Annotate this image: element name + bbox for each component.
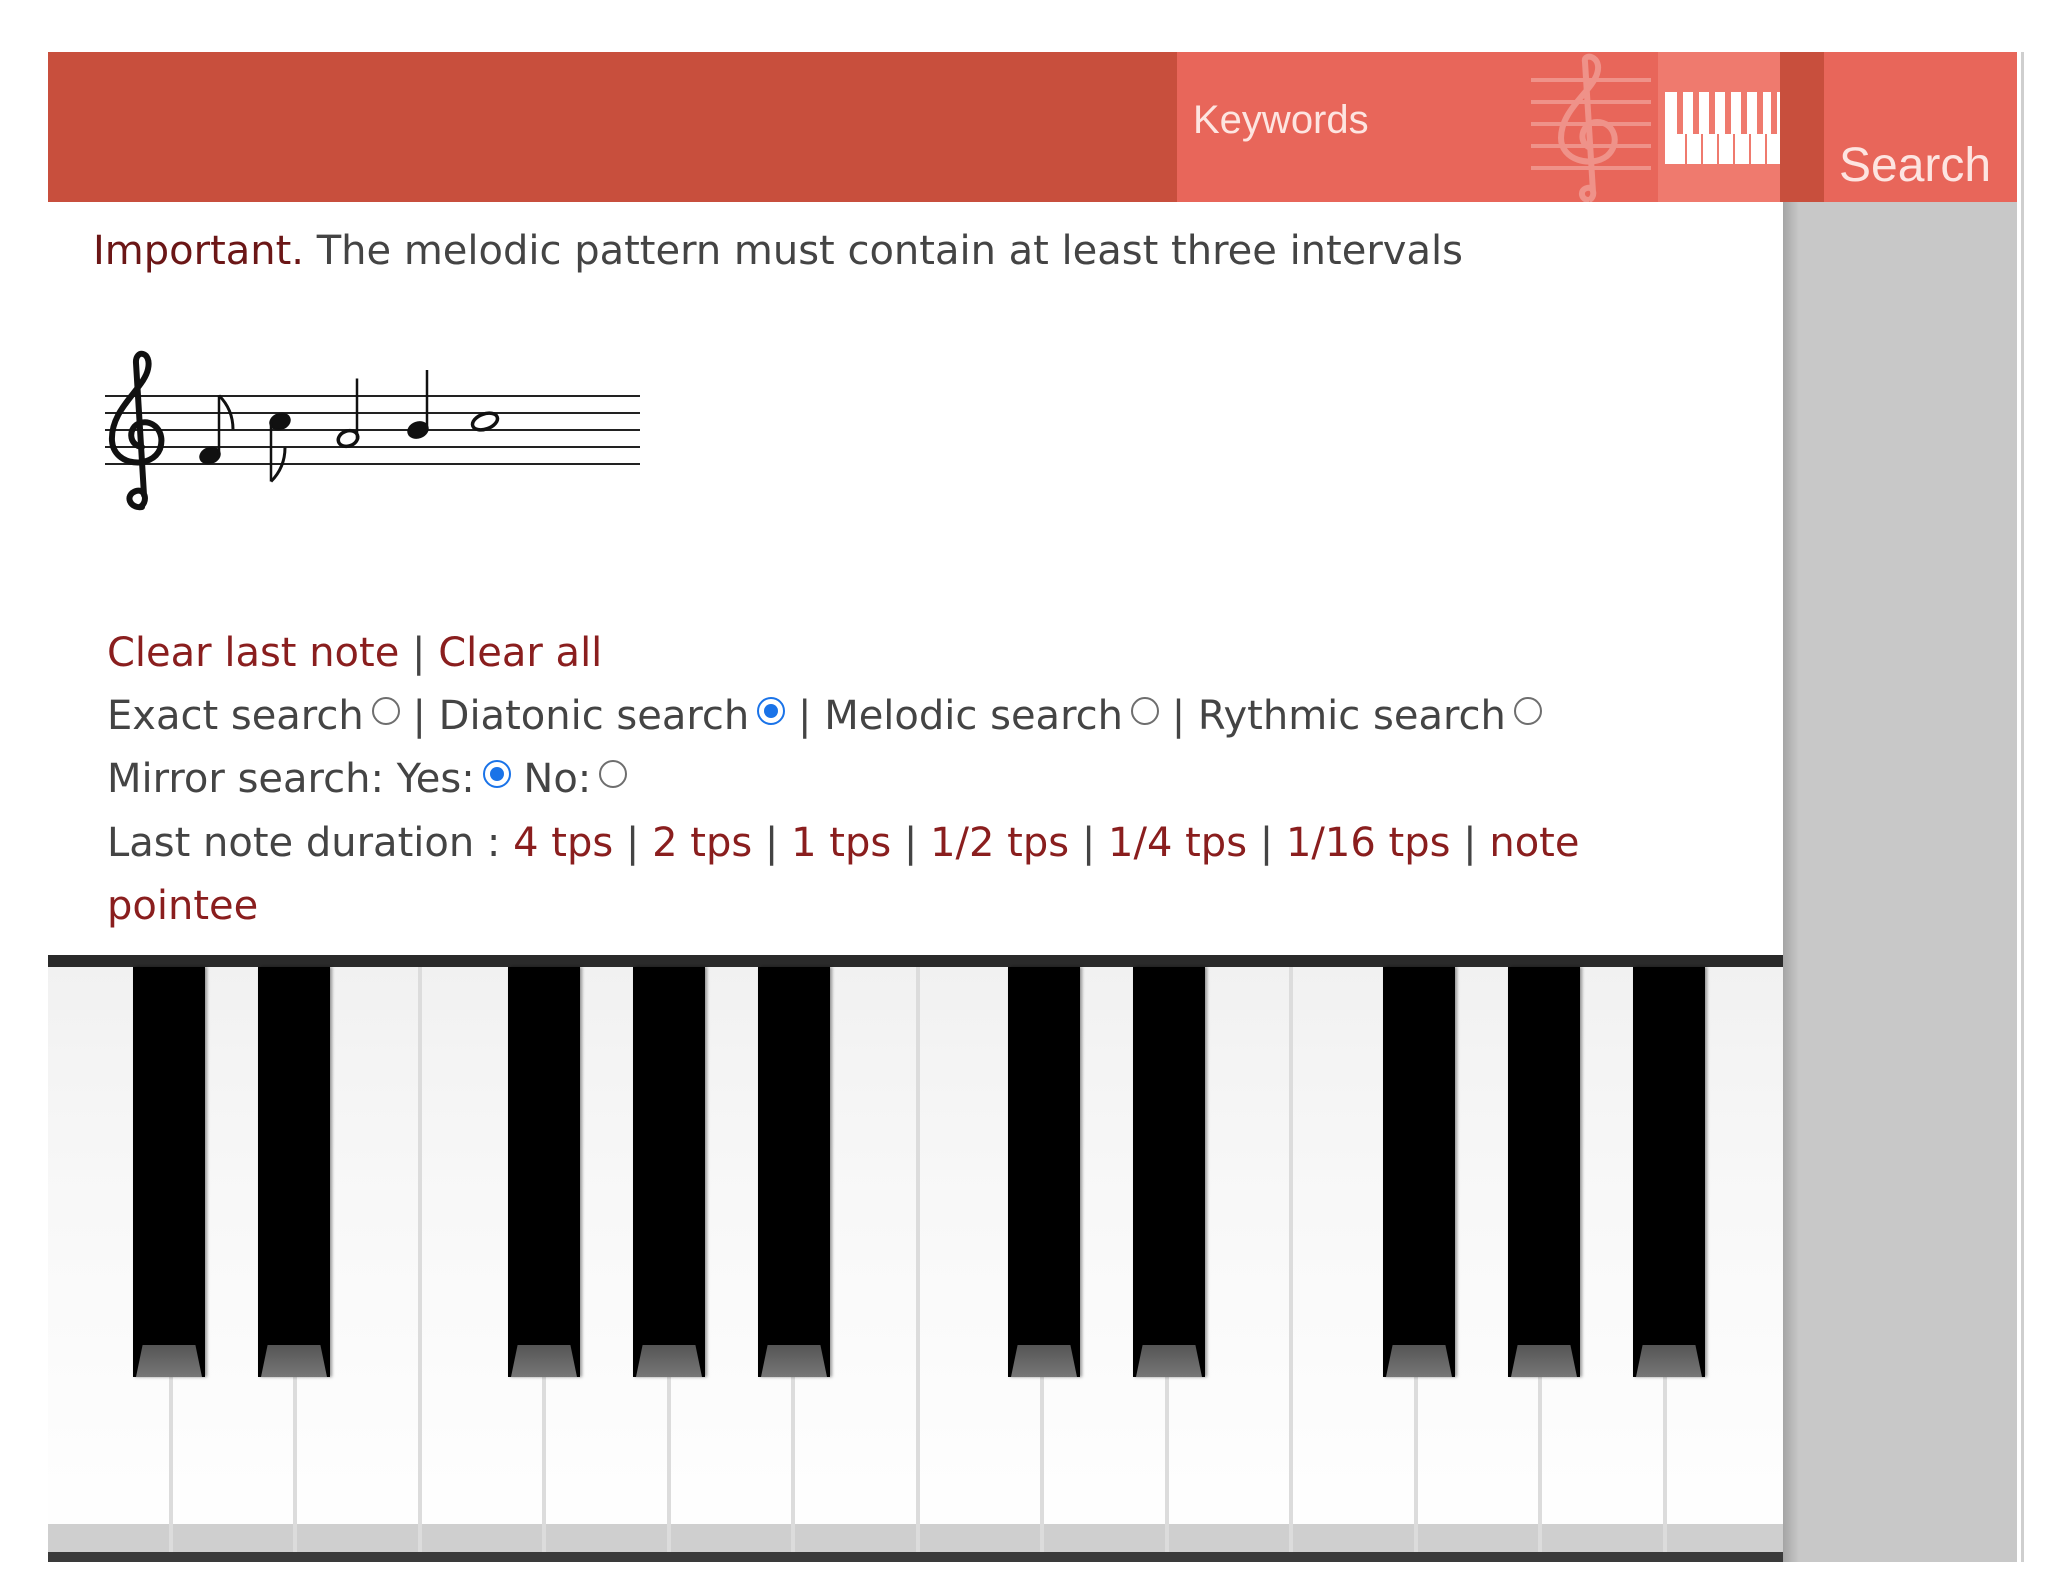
mirror-search-label: Mirror search: Yes:	[107, 756, 475, 802]
key-edge	[511, 1345, 577, 1377]
separator: |	[1171, 693, 1186, 739]
keywords-placeholder: Keywords	[1193, 98, 1369, 142]
duration-dotted-note-link[interactable]: note	[1489, 820, 1579, 866]
duration-4-tps[interactable]: 4 tps	[513, 820, 613, 866]
key-edge	[1666, 1524, 1783, 1552]
exact-search-label: Exact search	[107, 693, 364, 739]
separator: |	[625, 820, 640, 866]
duration-label: Last note duration :	[107, 820, 514, 866]
clear-last-note-link[interactable]: Clear last note	[107, 630, 399, 676]
separator: |	[1081, 820, 1096, 866]
side-panel-shadow	[1783, 202, 1799, 1562]
notice-strong: Important.	[93, 228, 305, 274]
key-edge	[636, 1345, 702, 1377]
search-button-label: Search	[1839, 139, 1992, 192]
key-edge	[172, 1524, 293, 1552]
duration-sixteenth-tps[interactable]: 1/16 tps	[1286, 820, 1450, 866]
separator: |	[903, 820, 918, 866]
key-edge	[761, 1345, 827, 1377]
piano-black-key[interactable]	[258, 967, 330, 1377]
key-edge	[48, 1524, 169, 1552]
rythmic-search-radio[interactable]	[1513, 697, 1542, 725]
duration-2-tps[interactable]: 2 tps	[652, 820, 752, 866]
separator: |	[797, 693, 812, 739]
key-edge	[1136, 1345, 1202, 1377]
key-edge	[1386, 1345, 1452, 1377]
search-mode-row: Exact search | Diatonic search | Melodic…	[107, 693, 1542, 739]
side-panel	[1783, 202, 2017, 1562]
piano-black-key[interactable]	[758, 967, 830, 1377]
melodic-search-label: Melodic search	[824, 693, 1123, 739]
treble-clef-icon	[1531, 52, 1651, 202]
duration-quarter-tps[interactable]: 1/4 tps	[1108, 820, 1247, 866]
piano-black-key[interactable]	[1008, 967, 1080, 1377]
duration-1-tps[interactable]: 1 tps	[791, 820, 891, 866]
piano-keys-icon	[1665, 92, 1783, 164]
piano-black-key[interactable]	[1633, 967, 1705, 1377]
key-edge	[136, 1345, 202, 1377]
piano-black-key[interactable]	[1133, 967, 1205, 1377]
duration-half-tps[interactable]: 1/2 tps	[930, 820, 1069, 866]
duration-row-wrap: pointee	[107, 883, 258, 929]
key-edge	[1168, 1524, 1289, 1552]
piano-black-key[interactable]	[508, 967, 580, 1377]
keyboard-bottom-bar	[48, 1552, 1783, 1562]
duration-row: Last note duration : 4 tps | 2 tps | 1 t…	[107, 820, 1579, 866]
duration-dotted-note-link-continued[interactable]: pointee	[107, 883, 258, 929]
diatonic-search-radio[interactable]	[757, 697, 786, 725]
key-edge	[421, 1524, 542, 1552]
separator: |	[412, 630, 426, 676]
diatonic-search-label: Diatonic search	[438, 693, 750, 739]
mirror-no-radio[interactable]	[599, 760, 628, 788]
keywords-field[interactable]: Keywords	[1177, 52, 1666, 202]
key-edge	[1511, 1345, 1577, 1377]
key-edge	[261, 1345, 327, 1377]
clear-controls: Clear last note | Clear all	[107, 630, 602, 676]
key-edge	[1044, 1524, 1165, 1552]
mirror-search-row: Mirror search: Yes: No:	[107, 756, 628, 802]
piano-black-key[interactable]	[1508, 967, 1580, 1377]
key-edge	[297, 1524, 418, 1552]
mirror-no-label: No:	[523, 756, 592, 802]
panel-border	[2021, 52, 2024, 1562]
key-edge	[1542, 1524, 1663, 1552]
mirror-yes-radio[interactable]	[482, 760, 511, 788]
key-edge	[795, 1524, 916, 1552]
key-edge	[1293, 1524, 1414, 1552]
exact-search-radio[interactable]	[371, 697, 400, 725]
separator: |	[1463, 820, 1477, 866]
piano-black-key[interactable]	[633, 967, 705, 1377]
piano-keyboard	[48, 955, 1783, 1562]
key-edge	[670, 1524, 791, 1552]
search-button[interactable]: Search	[1824, 52, 2017, 202]
clear-all-link[interactable]: Clear all	[438, 630, 602, 676]
key-edge	[546, 1524, 667, 1552]
notice: Important. The melodic pattern must cont…	[93, 228, 1463, 274]
rythmic-search-label: Rythmic search	[1197, 693, 1506, 739]
piano-black-key[interactable]	[1383, 967, 1455, 1377]
separator: |	[412, 693, 426, 739]
keyboard-top-bar	[48, 955, 1783, 967]
music-staff	[105, 351, 640, 511]
piano-black-key[interactable]	[133, 967, 205, 1377]
notice-text: The melodic pattern must contain at leas…	[304, 228, 1463, 274]
key-edge	[1011, 1345, 1077, 1377]
separator: |	[1259, 820, 1274, 866]
piano-tab[interactable]	[1658, 52, 1783, 202]
header-divider	[1780, 52, 1824, 202]
key-edge	[919, 1524, 1040, 1552]
melodic-search-radio[interactable]	[1130, 697, 1159, 725]
separator: |	[764, 820, 779, 866]
key-edge	[1417, 1524, 1538, 1552]
key-edge	[1636, 1345, 1702, 1377]
